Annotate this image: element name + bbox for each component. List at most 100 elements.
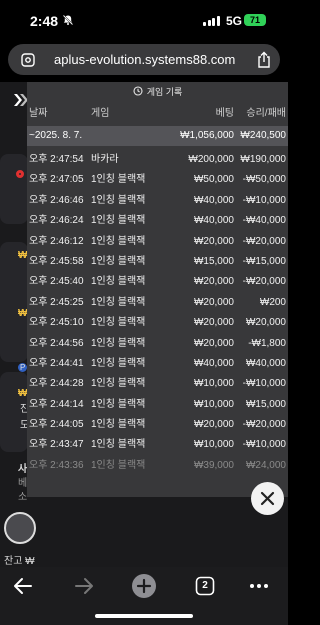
chat-button[interactable] xyxy=(4,512,36,544)
row-result: -₩10,000 xyxy=(242,194,286,206)
table-row[interactable]: 오후 2:44:41 1인칭 블랙잭 ₩40,000 ₩40,000 xyxy=(27,354,288,374)
row-result: -₩20,000 xyxy=(242,235,286,247)
table-row[interactable]: 오후 2:46:46 1인칭 블랙잭 ₩40,000 -₩10,000 xyxy=(27,191,288,211)
row-time: 오후 2:44:05 xyxy=(29,419,84,431)
row-game: 1인칭 블랙잭 xyxy=(91,174,146,186)
plus-icon[interactable] xyxy=(131,573,157,599)
row-bet: ₩50,000 xyxy=(193,174,234,186)
row-result: ₩24,000 xyxy=(245,459,286,471)
game-history-panel: 게임 기록 날짜 게임 베팅 승리/패배 ~2025. 8. 7. ₩1,056… xyxy=(27,82,288,497)
table-row[interactable]: 오후 2:45:10 1인칭 블랙잭 ₩20,000 ₩20,000 xyxy=(27,313,288,333)
row-bet: ₩15,000 xyxy=(193,255,234,267)
history-rows: 오후 2:47:54 바카라 ₩200,000 ₩190,000 오후 2:47:05 1… xyxy=(27,150,288,476)
signal-icon xyxy=(203,15,220,26)
panel-title-text: 게임 기록 xyxy=(146,87,183,97)
header-game: 게임 xyxy=(91,108,110,119)
table-row[interactable]: 오후 2:43:36 1인칭 블랙잭 ₩39,000 ₩24,000 xyxy=(27,456,288,476)
row-time: 오후 2:46:24 xyxy=(29,215,84,227)
row-time: 오후 2:46:12 xyxy=(29,235,84,247)
row-game: 1인칭 블랙잭 xyxy=(91,276,146,288)
row-bet: ₩20,000 xyxy=(193,235,234,247)
row-bet: ₩10,000 xyxy=(193,378,234,390)
row-bet: ₩200,000 xyxy=(188,154,234,165)
table-row[interactable]: 오후 2:47:54 바카라 ₩200,000 ₩190,000 xyxy=(27,150,288,170)
row-game: 1인칭 블랙잭 xyxy=(91,235,146,247)
row-bet: ₩20,000 xyxy=(193,419,234,431)
summary-row[interactable]: ~2025. 8. 7. ₩1,056,000 ₩240,500 xyxy=(27,126,288,146)
more-icon[interactable] xyxy=(246,573,272,599)
background-card xyxy=(0,154,28,224)
row-result: -₩20,000 xyxy=(242,276,286,288)
row-result: ₩15,000 xyxy=(245,398,286,410)
summary-date: ~2025. 8. 7. xyxy=(29,130,83,141)
table-row[interactable]: 오후 2:43:47 1인칭 블랙잭 ₩10,000 -₩10,000 xyxy=(27,435,288,455)
row-game: 바카라 xyxy=(91,154,119,165)
table-header: 날짜 게임 베팅 승리/패배 xyxy=(27,104,288,124)
row-bet: ₩10,000 xyxy=(193,439,234,451)
row-bet: ₩40,000 xyxy=(193,194,234,206)
row-bet: ₩40,000 xyxy=(193,215,234,227)
table-row[interactable]: 오후 2:45:25 1인칭 블랙잭 ₩20,000 ₩200 xyxy=(27,293,288,313)
close-button[interactable] xyxy=(251,482,284,515)
row-time: 오후 2:45:25 xyxy=(29,296,84,308)
table-row[interactable]: 오후 2:44:56 1인칭 블랙잭 ₩20,000 -₩1,800 xyxy=(27,334,288,354)
row-bet: ₩20,000 xyxy=(193,337,234,349)
table-row[interactable]: 오후 2:45:58 1인칭 블랙잭 ₩15,000 -₩15,000 xyxy=(27,252,288,272)
network-type: 5G xyxy=(226,14,243,28)
table-row[interactable]: 오후 2:47:05 1인칭 블랙잭 ₩50,000 -₩50,000 xyxy=(27,170,288,190)
row-bet: ₩40,000 xyxy=(193,357,234,369)
row-result: -₩1,800 xyxy=(248,337,286,349)
row-bet: ₩20,000 xyxy=(193,296,234,308)
battery-icon: 71 xyxy=(244,14,266,26)
row-time: 오후 2:43:47 xyxy=(29,439,84,451)
table-row[interactable]: 오후 2:45:40 1인칭 블랙잭 ₩20,000 -₩20,000 xyxy=(27,272,288,292)
row-result: -₩15,000 xyxy=(242,255,286,267)
row-time: 오후 2:45:40 xyxy=(29,276,84,288)
arrow-left-icon[interactable] xyxy=(10,573,36,599)
logo-icon xyxy=(14,94,28,106)
bg-fragment: P xyxy=(18,363,28,372)
row-bet: ₩20,000 xyxy=(193,317,234,329)
site-settings-icon[interactable] xyxy=(20,52,36,68)
row-game: 1인칭 블랙잭 xyxy=(91,439,146,451)
row-time: 오후 2:45:58 xyxy=(29,255,84,267)
bg-fragment: 소 xyxy=(18,492,28,503)
share-icon[interactable] xyxy=(256,51,272,69)
clock-history-icon xyxy=(133,86,143,96)
balance-label: 잔고 ₩ xyxy=(4,556,35,567)
home-indicator xyxy=(95,614,193,618)
row-game: 1인칭 블랙잭 xyxy=(91,194,146,206)
row-game: 1인칭 블랙잭 xyxy=(91,419,146,431)
row-game: 1인칭 블랙잭 xyxy=(91,398,146,410)
row-game: 1인칭 블랙잭 xyxy=(91,255,146,267)
bg-fragment: 베 xyxy=(18,478,28,489)
url-text[interactable]: aplus-evolution.systems88.com xyxy=(54,52,235,67)
row-game: 1인칭 블랙잭 xyxy=(91,378,146,390)
row-time: 오후 2:46:46 xyxy=(29,194,84,206)
tab-count: 2 xyxy=(202,580,208,591)
table-row[interactable]: 오후 2:44:28 1인칭 블랙잭 ₩10,000 -₩10,000 xyxy=(27,374,288,394)
address-bar[interactable]: aplus-evolution.systems88.com xyxy=(8,44,280,75)
live-indicator-icon xyxy=(16,170,24,178)
row-bet: ₩10,000 xyxy=(193,398,234,410)
table-row[interactable]: 오후 2:44:05 1인칭 블랙잭 ₩20,000 -₩20,000 xyxy=(27,415,288,435)
row-result: ₩190,000 xyxy=(240,154,286,165)
panel-title: 게임 기록 xyxy=(27,82,288,102)
row-game: 1인칭 블랙잭 xyxy=(91,459,146,471)
row-result: -₩10,000 xyxy=(242,439,286,451)
bell-slash-icon xyxy=(62,14,74,26)
arrow-right-icon[interactable] xyxy=(71,573,97,599)
header-date: 날짜 xyxy=(29,108,48,119)
tabs-icon[interactable]: 2 xyxy=(192,573,218,599)
header-bet: 베팅 xyxy=(215,108,234,119)
table-row[interactable]: 오후 2:46:24 1인칭 블랙잭 ₩40,000 -₩40,000 xyxy=(27,211,288,231)
bg-fragment: 사 xyxy=(18,464,28,475)
table-row[interactable]: 오후 2:46:12 1인칭 블랙잭 ₩20,000 -₩20,000 xyxy=(27,232,288,252)
row-game: 1인칭 블랙잭 xyxy=(91,317,146,329)
row-time: 오후 2:45:10 xyxy=(29,317,84,329)
row-game: 1인칭 블랙잭 xyxy=(91,337,146,349)
table-row[interactable]: 오후 2:44:14 1인칭 블랙잭 ₩10,000 ₩15,000 xyxy=(27,395,288,415)
row-time: 오후 2:44:41 xyxy=(29,357,84,369)
row-game: 1인칭 블랙잭 xyxy=(91,215,146,227)
summary-win-loss: ₩240,500 xyxy=(240,130,286,141)
